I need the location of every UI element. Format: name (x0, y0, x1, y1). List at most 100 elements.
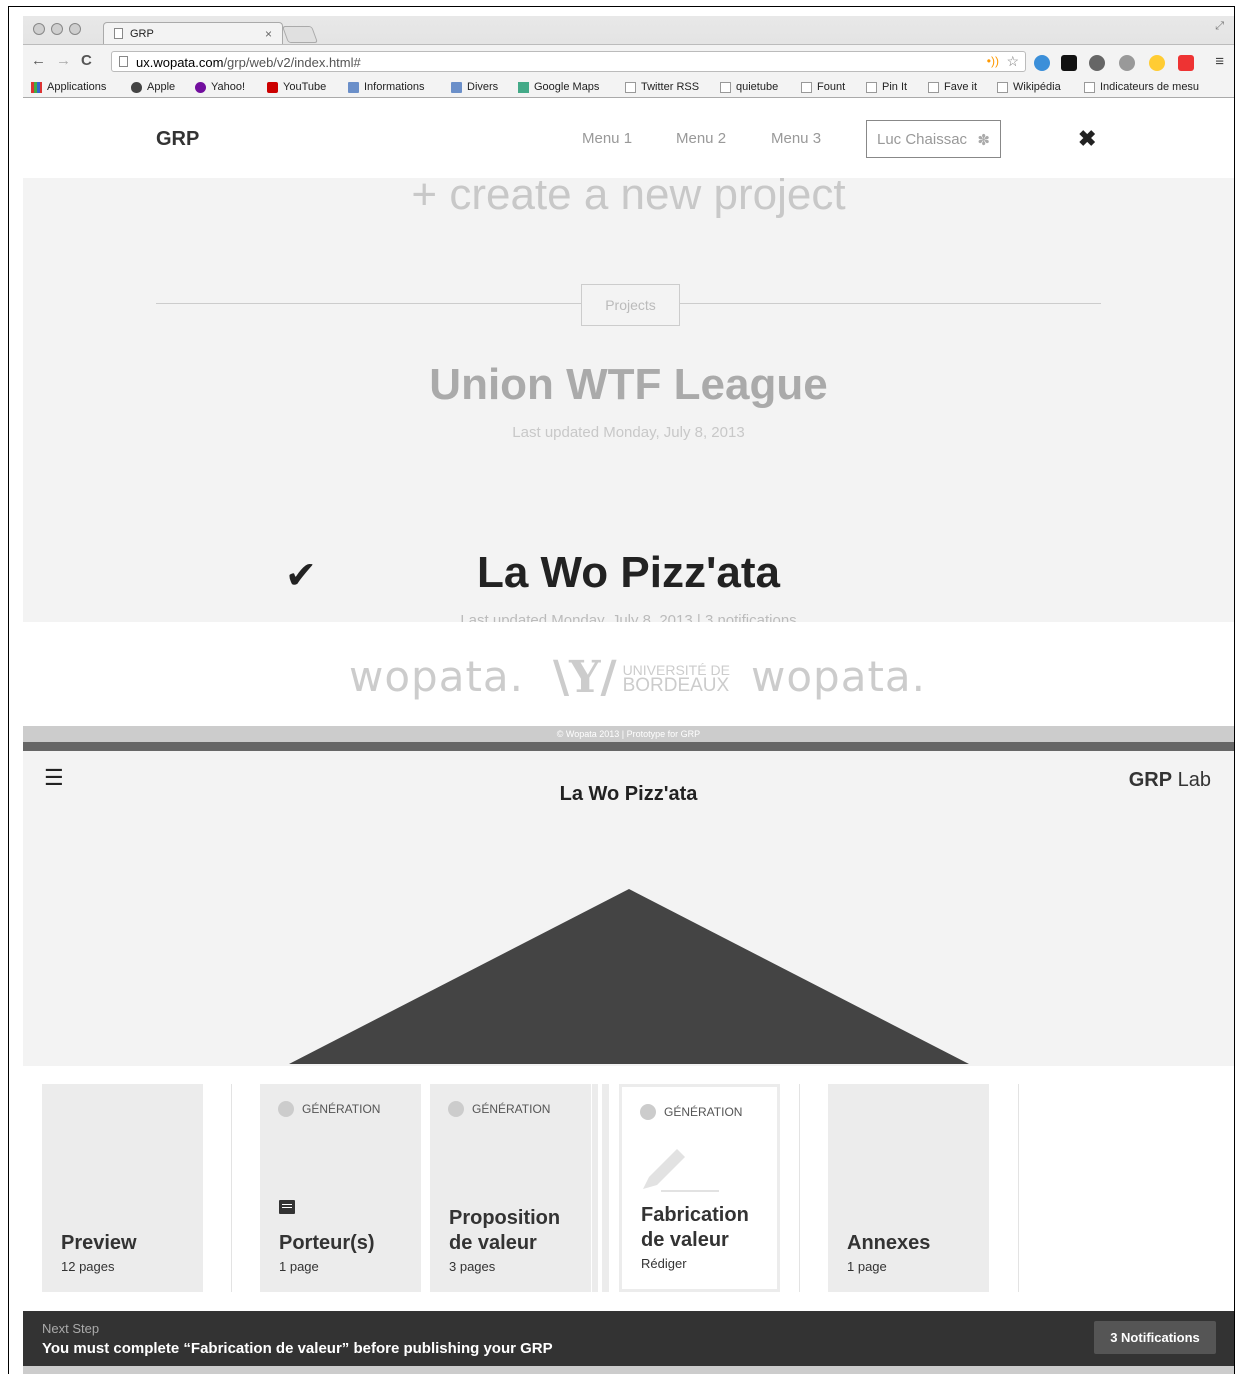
extension-icon[interactable] (1119, 55, 1135, 71)
bookmark-item[interactable]: Yahoo! (195, 81, 245, 93)
close-icon[interactable]: ✖ (1078, 126, 1096, 152)
bookmark-item[interactable]: Twitter RSS (625, 81, 699, 93)
card-subtitle: Rédiger (641, 1256, 687, 1271)
folder-icon (348, 81, 359, 93)
rss-icon[interactable]: •)) (987, 54, 999, 68)
user-menu-button[interactable]: Luc Chaissac ✽ (866, 120, 1001, 158)
divider (1018, 1084, 1019, 1292)
close-tab-icon[interactable]: × (265, 27, 272, 41)
bookmark-item[interactable]: Applications (31, 81, 106, 93)
bookmark-label: Pin It (882, 81, 908, 93)
site-logo[interactable]: GRP (156, 128, 199, 151)
zoom-window-icon[interactable] (69, 23, 81, 35)
page-icon (119, 56, 128, 67)
forward-icon[interactable]: → (56, 52, 71, 69)
card-title: Porteur(s) (279, 1232, 375, 1254)
lab-title: La Wo Pizz'ata (559, 783, 698, 805)
apple-icon (131, 81, 142, 93)
bookmark-label: Divers (467, 81, 499, 93)
section-card-porteurs[interactable]: GÉNÉRATION Porteur(s) 1 page (260, 1084, 421, 1292)
bookmark-item[interactable]: Fave it (928, 81, 977, 93)
back-icon[interactable]: ← (31, 52, 46, 69)
bookmark-item[interactable]: Informations (348, 81, 425, 93)
youtube-icon (267, 81, 278, 93)
new-tab-button[interactable] (281, 26, 319, 43)
extension-icon[interactable] (1149, 55, 1165, 71)
notebook-icon (279, 1200, 295, 1214)
maps-icon (518, 81, 529, 93)
fullscreen-icon[interactable]: ⤢ (1215, 20, 1224, 33)
create-project-link[interactable]: + create a new project (23, 178, 1234, 220)
section-card-fabrication[interactable]: GÉNÉRATION Fabrication de valeur Rédiger (619, 1084, 780, 1292)
card-title: Annexes (847, 1232, 931, 1254)
next-step-label: Next Step (42, 1321, 100, 1336)
bookmark-item[interactable]: Pin It (866, 81, 907, 93)
nav-menu-1[interactable]: Menu 1 (582, 130, 632, 147)
extension-icon[interactable] (1089, 55, 1105, 71)
footer-strip (23, 1366, 1234, 1374)
section-card-proposition[interactable]: GÉNÉRATION Proposition de valeur 3 pages (430, 1084, 591, 1292)
close-window-icon[interactable] (33, 23, 45, 35)
card-title: Preview (61, 1232, 137, 1254)
stack-edge (602, 1084, 609, 1292)
extension-icon[interactable] (1061, 55, 1077, 71)
extension-icon[interactable] (1034, 55, 1050, 71)
bookmark-label: Fave it (944, 81, 978, 93)
nav-menu-2[interactable]: Menu 2 (676, 130, 726, 147)
bookmark-item[interactable]: quietube (720, 81, 778, 93)
card-subtitle: 12 pages (61, 1259, 115, 1274)
bookmark-item[interactable]: YouTube (267, 81, 326, 93)
universite-bordeaux-logo: \Y/ UNIVERSITÉ DE BORDEAUX (553, 652, 730, 703)
card-subtitle: 1 page (847, 1259, 887, 1274)
extension-icon[interactable] (1178, 55, 1194, 71)
url-path: /grp/web/v2/index.html# (223, 55, 361, 70)
page-icon (1084, 81, 1095, 93)
tag-label: GÉNÉRATION (302, 1102, 381, 1116)
status-dot-icon (448, 1101, 464, 1117)
pencil-icon (643, 1149, 719, 1192)
card-title: Proposition de valeur (449, 1207, 561, 1254)
page-icon (866, 81, 877, 93)
bookmark-star-icon[interactable]: ☆ (1006, 53, 1019, 70)
project-subtitle: Last updated Monday, July 8, 2013 (512, 424, 745, 441)
project-title[interactable]: La Wo Pizz'ata (23, 548, 1234, 598)
bookmark-item[interactable]: Fount (801, 81, 845, 93)
project-title[interactable]: Union WTF League (23, 360, 1234, 410)
wopata-logo: wopata. (751, 652, 926, 701)
bookmark-label: Apple (147, 81, 176, 93)
minimize-window-icon[interactable] (51, 23, 63, 35)
panel-divider (23, 742, 1234, 751)
folder-icon (451, 81, 462, 93)
bookmark-item[interactable]: Wikipédia (997, 81, 1061, 93)
bookmark-item[interactable]: Apple (131, 81, 175, 93)
frame-border (8, 6, 9, 1374)
status-dot-icon (640, 1104, 656, 1120)
menu-icon[interactable]: ≡ (1215, 53, 1224, 70)
grp-lab-brand: GRP Lab (1129, 769, 1211, 792)
notifications-button[interactable]: 3 Notifications (1094, 1321, 1216, 1354)
card-subtitle: 1 page (279, 1259, 319, 1274)
bookmark-item[interactable]: Indicateurs de mesu (1084, 81, 1199, 93)
frame-border (8, 6, 1235, 7)
bookmark-item[interactable]: Google Maps (518, 81, 599, 93)
bookmark-label: quietube (736, 81, 779, 93)
reload-icon[interactable]: C (81, 52, 92, 69)
bookmark-label: Wikipédia (1013, 81, 1061, 93)
section-card-preview[interactable]: Preview 12 pages (42, 1084, 203, 1292)
partner-logos: wopata. \Y/ UNIVERSITÉ DE BORDEAUX wopata… (23, 622, 1234, 726)
tag-label: GÉNÉRATION (472, 1102, 551, 1116)
page-icon (801, 81, 812, 93)
bookmark-label: Twitter RSS (641, 81, 700, 93)
bookmark-item[interactable]: Divers (451, 81, 498, 93)
brand-bold: GRP (1128, 769, 1173, 791)
nav-menu-3[interactable]: Menu 3 (771, 130, 821, 147)
sections-strip: Preview 12 pages GÉNÉRATION Porteur(s) 1… (23, 1066, 1234, 1311)
browser-tab[interactable]: GRP × (103, 22, 283, 44)
generation-tag: GÉNÉRATION (278, 1101, 380, 1117)
address-bar[interactable]: ux.wopata.com/grp/web/v2/index.html# •))… (111, 51, 1026, 72)
browser-chrome: GRP × ⤢ ← → C ux.wopata.com/grp/web/v2/i… (23, 16, 1234, 98)
bookmarks-bar: Applications Apple Yahoo! YouTube Inform… (23, 78, 1234, 98)
card-title: Fabrication de valeur (641, 1204, 749, 1251)
section-card-annexes[interactable]: Annexes 1 page (828, 1084, 989, 1292)
bookmark-label: Yahoo! (211, 81, 246, 93)
